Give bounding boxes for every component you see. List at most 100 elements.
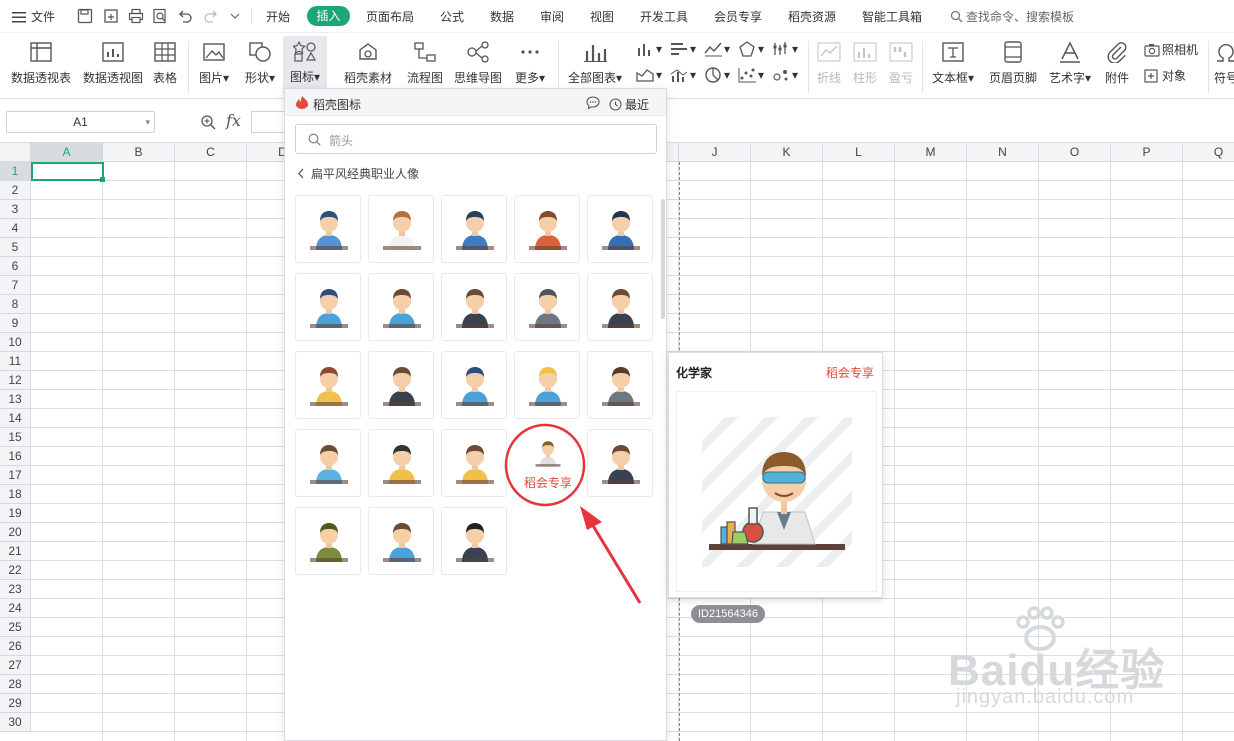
- column-header[interactable]: P: [1111, 143, 1183, 162]
- row-header[interactable]: 8: [0, 295, 31, 314]
- recent-button[interactable]: 最近: [609, 96, 649, 113]
- docer-material-button[interactable]: 稻壳素材: [340, 37, 396, 93]
- row-header[interactable]: 27: [0, 656, 31, 675]
- tab-data[interactable]: 数据: [490, 8, 514, 25]
- active-cell[interactable]: [31, 162, 104, 181]
- line-chart-button[interactable]: ▾: [704, 41, 730, 57]
- column-chart-button[interactable]: ▾: [636, 41, 662, 57]
- column-header[interactable]: O: [1039, 143, 1111, 162]
- column-header[interactable]: M: [895, 143, 967, 162]
- command-search[interactable]: 查找命令、搜索模板: [950, 8, 1074, 25]
- icon-tile-doctor[interactable]: [441, 351, 507, 419]
- row-header[interactable]: 7: [0, 276, 31, 295]
- row-header[interactable]: 14: [0, 409, 31, 428]
- row-header[interactable]: 16: [0, 447, 31, 466]
- row-header[interactable]: 4: [0, 219, 31, 238]
- icon-tile-driver[interactable]: [441, 429, 507, 497]
- column-header[interactable]: A: [31, 143, 103, 162]
- tab-page-layout[interactable]: 页面布局: [366, 8, 414, 25]
- radar-chart-button[interactable]: ▾: [738, 41, 764, 57]
- icon-tile-soldier[interactable]: [295, 507, 361, 575]
- stock-chart-button[interactable]: ▾: [772, 41, 798, 57]
- row-header[interactable]: 10: [0, 333, 31, 352]
- attachment-button[interactable]: 附件: [1102, 37, 1132, 93]
- tab-smart-tools[interactable]: 智能工具箱: [862, 8, 922, 25]
- icon-tile-farmer[interactable]: [514, 195, 580, 263]
- area-chart-button[interactable]: ▾: [636, 67, 662, 83]
- bar-chart-button[interactable]: ▾: [670, 41, 696, 57]
- icon-tile-flight-attendant[interactable]: [295, 273, 361, 341]
- icon-tile-chef[interactable]: [368, 195, 434, 263]
- insert-function-button[interactable]: fx: [226, 111, 241, 130]
- row-header[interactable]: 11: [0, 352, 31, 371]
- icon-tile-photographer[interactable]: [368, 507, 434, 575]
- column-header[interactable]: N: [967, 143, 1039, 162]
- row-header[interactable]: 1: [0, 162, 31, 181]
- row-header[interactable]: 29: [0, 694, 31, 713]
- icon-tile-judge[interactable]: [441, 273, 507, 341]
- pivot-table-button[interactable]: 数据透视表: [8, 37, 74, 93]
- row-header[interactable]: 13: [0, 390, 31, 409]
- row-header[interactable]: 26: [0, 637, 31, 656]
- table-button[interactable]: 表格: [148, 37, 182, 93]
- row-header[interactable]: 24: [0, 599, 31, 618]
- tab-developer[interactable]: 开发工具: [640, 8, 688, 25]
- sparkline-winloss-button[interactable]: 盈亏: [886, 37, 916, 93]
- row-header[interactable]: 22: [0, 561, 31, 580]
- tab-insert[interactable]: 插入: [307, 6, 350, 26]
- icon-button[interactable]: 图标▾: [283, 36, 327, 94]
- shape-button[interactable]: 形状▾: [240, 37, 280, 93]
- chat-icon[interactable]: [586, 96, 600, 109]
- tab-member[interactable]: 会员专享: [714, 8, 762, 25]
- icon-tile-postman[interactable]: [441, 195, 507, 263]
- icon-tile-cashier[interactable]: [514, 273, 580, 341]
- icon-tile-accountant[interactable]: [295, 351, 361, 419]
- print-icon[interactable]: [128, 8, 144, 24]
- icon-tile-nun[interactable]: [441, 507, 507, 575]
- camera-button[interactable]: 照相机: [1144, 41, 1198, 58]
- icon-tile-receptionist[interactable]: [368, 351, 434, 419]
- sparkline-column-button[interactable]: 柱形: [850, 37, 880, 93]
- flowchart-button[interactable]: 流程图: [404, 37, 446, 93]
- print-preview-icon[interactable]: [152, 8, 168, 24]
- icon-tile-librarian[interactable]: [587, 351, 653, 419]
- row-header[interactable]: 18: [0, 485, 31, 504]
- column-header[interactable]: B: [103, 143, 175, 162]
- category-breadcrumb[interactable]: 扁平风经典职业人像: [297, 165, 419, 182]
- export-icon[interactable]: [103, 8, 119, 24]
- sparkline-line-button[interactable]: 折线: [814, 37, 844, 93]
- row-header[interactable]: 2: [0, 181, 31, 200]
- select-all-corner[interactable]: [0, 143, 31, 162]
- icon-tile-worker[interactable]: [514, 351, 580, 419]
- file-menu[interactable]: 文件: [12, 8, 55, 25]
- textbox-button[interactable]: 文本框▾: [928, 37, 978, 93]
- row-header[interactable]: 5: [0, 238, 31, 257]
- combo-chart-button[interactable]: ▾: [670, 67, 696, 83]
- pivot-chart-button[interactable]: 数据透视图: [80, 37, 146, 93]
- row-header[interactable]: 19: [0, 504, 31, 523]
- tab-home[interactable]: 开始: [266, 8, 290, 25]
- wordart-button[interactable]: 艺术字▾: [1046, 37, 1094, 93]
- icon-tile-graduate[interactable]: [368, 429, 434, 497]
- row-header[interactable]: 25: [0, 618, 31, 637]
- row-header[interactable]: 17: [0, 466, 31, 485]
- header-footer-button[interactable]: 页眉页脚: [986, 37, 1040, 93]
- column-header[interactable]: C: [175, 143, 247, 162]
- tab-docer[interactable]: 稻壳资源: [788, 8, 836, 25]
- column-header[interactable]: L: [823, 143, 895, 162]
- icon-tile-programmer[interactable]: [368, 273, 434, 341]
- row-header[interactable]: 9: [0, 314, 31, 333]
- column-header[interactable]: K: [751, 143, 823, 162]
- fill-handle[interactable]: [100, 177, 105, 182]
- tab-view[interactable]: 视图: [590, 8, 614, 25]
- object-button[interactable]: 对象: [1144, 67, 1186, 84]
- row-header[interactable]: 23: [0, 580, 31, 599]
- save-icon[interactable]: [77, 8, 93, 24]
- pie-chart-button[interactable]: ▾: [704, 67, 730, 83]
- tab-formula[interactable]: 公式: [440, 8, 464, 25]
- icon-tile-customer-service[interactable]: [295, 429, 361, 497]
- undo-icon[interactable]: [177, 8, 193, 24]
- panel-scrollbar[interactable]: [661, 199, 665, 319]
- icon-tile-pilot[interactable]: [295, 195, 361, 263]
- name-box[interactable]: A1 ▾: [6, 111, 155, 133]
